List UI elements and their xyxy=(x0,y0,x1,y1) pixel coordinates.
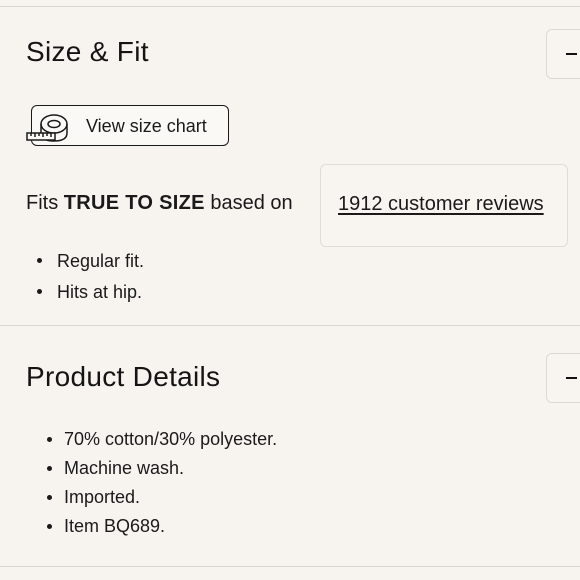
minus-icon xyxy=(566,53,577,55)
divider-bottom xyxy=(0,566,580,567)
fit-prefix: Fits xyxy=(26,192,59,214)
view-size-chart-label: View size chart xyxy=(86,116,207,136)
view-size-chart-button[interactable]: View size chart xyxy=(26,105,229,146)
list-item: Regular fit. xyxy=(36,250,144,281)
product-details-title[interactable]: Product Details xyxy=(26,361,220,393)
product-details-collapse-button[interactable] xyxy=(546,353,580,403)
list-item: 70% cotton/30% polyester. xyxy=(46,428,277,457)
fit-summary: Fits TRUE TO SIZE based on xyxy=(26,192,293,215)
product-accordion-page: Size & Fit View size chart Fits TRUE TO … xyxy=(0,0,580,580)
fit-details-list: Regular fit. Hits at hip. xyxy=(36,250,144,312)
measuring-tape-icon xyxy=(26,114,68,142)
size-fit-title[interactable]: Size & Fit xyxy=(26,36,149,68)
product-details-list: 70% cotton/30% polyester. Machine wash. … xyxy=(46,428,277,544)
customer-reviews-link[interactable]: 1912 customer reviews xyxy=(338,193,544,216)
fit-rating: TRUE TO SIZE xyxy=(63,192,205,214)
list-item: Imported. xyxy=(46,486,277,515)
list-item: Machine wash. xyxy=(46,457,277,486)
size-fit-collapse-button[interactable] xyxy=(546,29,580,79)
fit-suffix: based on xyxy=(210,192,293,214)
divider-top xyxy=(0,6,580,7)
divider-middle xyxy=(0,325,580,326)
customer-reviews-box[interactable]: 1912 customer reviews xyxy=(320,164,568,247)
list-item: Hits at hip. xyxy=(36,281,144,312)
minus-icon xyxy=(566,377,577,379)
list-item: Item BQ689. xyxy=(46,515,277,544)
